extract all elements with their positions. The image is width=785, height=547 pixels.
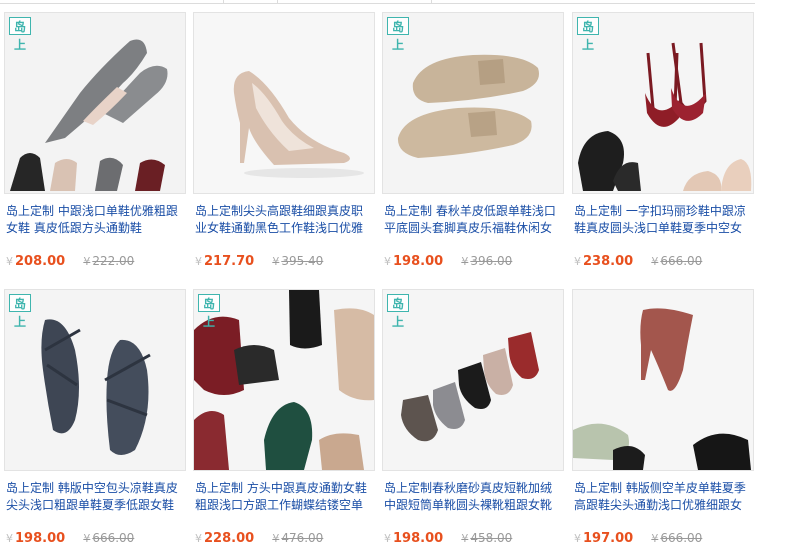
currency-symbol: ¥ bbox=[651, 532, 659, 545]
top-divider bbox=[0, 0, 755, 4]
red-mary-janes-illustration bbox=[573, 13, 753, 193]
current-price: 208.00 bbox=[15, 254, 66, 269]
currency-symbol: ¥ bbox=[6, 532, 13, 545]
divider-tick bbox=[431, 0, 432, 3]
original-price: ¥396.00 bbox=[461, 254, 512, 268]
beige-loafers-illustration bbox=[383, 13, 563, 193]
currency-symbol: ¥ bbox=[574, 532, 581, 545]
product-title-link[interactable]: 岛上定制尖头高跟鞋细跟真皮职业女鞋通勤黑色工作鞋浅口优雅 bbox=[195, 203, 373, 237]
brand-badge: 岛上 bbox=[387, 294, 409, 329]
original-price-value: 395.40 bbox=[281, 254, 324, 268]
product-title-link[interactable]: 岛上定制春秋磨砂真皮短靴加绒中跟短筒单靴圆头裸靴粗跟女靴 bbox=[384, 480, 562, 514]
product-image[interactable] bbox=[572, 289, 754, 471]
original-price-value: 666.00 bbox=[660, 254, 703, 268]
original-price: ¥666.00 bbox=[651, 254, 702, 268]
current-price: 228.00 bbox=[204, 531, 255, 546]
current-price: 198.00 bbox=[393, 254, 444, 269]
price-row: ¥198.00 ¥458.00 bbox=[384, 530, 512, 547]
original-price-value: 666.00 bbox=[660, 531, 703, 545]
currency-symbol: ¥ bbox=[461, 255, 469, 268]
product-title-link[interactable]: 岛上定制 方头中跟真皮通勤女鞋粗跟浅口方跟工作蝴蝶结镂空单 bbox=[195, 480, 373, 514]
product-image[interactable]: 岛上 bbox=[4, 289, 186, 471]
gray-pumps-illustration bbox=[5, 13, 185, 193]
original-price: ¥395.40 bbox=[272, 254, 323, 268]
brand-badge: 岛上 bbox=[198, 294, 220, 329]
original-price-value: 396.00 bbox=[470, 254, 513, 268]
currency-symbol: ¥ bbox=[384, 255, 391, 268]
price-row: ¥198.00 ¥396.00 bbox=[384, 253, 512, 270]
brand-badge: 岛上 bbox=[9, 294, 31, 329]
brand-badge: 岛上 bbox=[9, 17, 31, 52]
price-row: ¥238.00 ¥666.00 bbox=[574, 253, 702, 270]
product-image[interactable]: 岛上 bbox=[4, 12, 186, 194]
current-price: 197.00 bbox=[583, 531, 634, 546]
currency-symbol: ¥ bbox=[195, 532, 202, 545]
currency-symbol: ¥ bbox=[574, 255, 581, 268]
original-price: ¥222.00 bbox=[83, 254, 134, 268]
currency-symbol: ¥ bbox=[272, 532, 280, 545]
price-row: ¥197.00 ¥666.00 bbox=[574, 530, 702, 547]
currency-symbol: ¥ bbox=[461, 532, 469, 545]
product-image[interactable] bbox=[193, 12, 375, 194]
product-title-link[interactable]: 岛上定制 中跟浅口单鞋优雅粗跟女鞋 真皮低跟方头通勤鞋 bbox=[6, 203, 184, 237]
price-row: ¥228.00 ¥476.00 bbox=[195, 530, 323, 547]
currency-symbol: ¥ bbox=[6, 255, 13, 268]
nude-stiletto-illustration bbox=[194, 13, 374, 193]
product-image[interactable]: 岛上 bbox=[382, 289, 564, 471]
divider-tick bbox=[223, 0, 224, 3]
currency-symbol: ¥ bbox=[83, 532, 91, 545]
current-price: 238.00 bbox=[583, 254, 634, 269]
currency-symbol: ¥ bbox=[384, 532, 391, 545]
original-price: ¥476.00 bbox=[272, 531, 323, 545]
current-price: 217.70 bbox=[204, 254, 255, 269]
currency-symbol: ¥ bbox=[83, 255, 91, 268]
suede-heels-illustration bbox=[573, 290, 753, 470]
product-title-link[interactable]: 岛上定制 春秋羊皮低跟单鞋浅口平底圆头套脚真皮乐福鞋休闲女 bbox=[384, 203, 562, 237]
product-title-link[interactable]: 岛上定制 一字扣玛丽珍鞋中跟凉鞋真皮圆头浅口单鞋夏季中空女 bbox=[574, 203, 752, 237]
product-image[interactable]: 岛上 bbox=[382, 12, 564, 194]
ankle-boots-illustration bbox=[383, 290, 563, 470]
original-price-value: 666.00 bbox=[92, 531, 135, 545]
product-title-link[interactable]: 岛上定制 韩版侧空羊皮单鞋夏季高跟鞋尖头通勤浅口优雅细跟女 bbox=[574, 480, 752, 514]
original-price: ¥666.00 bbox=[83, 531, 134, 545]
product-title-link[interactable]: 岛上定制 韩版中空包头凉鞋真皮尖头浅口粗跟单鞋夏季低跟女鞋 bbox=[6, 480, 184, 514]
navy-strap-flats-illustration bbox=[5, 290, 185, 470]
currency-symbol: ¥ bbox=[651, 255, 659, 268]
brand-badge: 岛上 bbox=[387, 17, 409, 52]
currency-symbol: ¥ bbox=[195, 255, 202, 268]
original-price-value: 222.00 bbox=[92, 254, 135, 268]
currency-symbol: ¥ bbox=[272, 255, 280, 268]
divider-tick bbox=[277, 0, 278, 3]
product-image[interactable]: 岛上 bbox=[572, 12, 754, 194]
original-price: ¥458.00 bbox=[461, 531, 512, 545]
price-row: ¥217.70 ¥395.40 bbox=[195, 253, 323, 270]
current-price: 198.00 bbox=[393, 531, 444, 546]
price-row: ¥198.00 ¥666.00 bbox=[6, 530, 134, 547]
product-image[interactable]: 岛上 bbox=[193, 289, 375, 471]
current-price: 198.00 bbox=[15, 531, 66, 546]
original-price-value: 476.00 bbox=[281, 531, 324, 545]
original-price-value: 458.00 bbox=[470, 531, 513, 545]
original-price: ¥666.00 bbox=[651, 531, 702, 545]
square-toe-pumps-illustration bbox=[194, 290, 374, 470]
brand-badge: 岛上 bbox=[577, 17, 599, 52]
price-row: ¥208.00 ¥222.00 bbox=[6, 253, 134, 270]
